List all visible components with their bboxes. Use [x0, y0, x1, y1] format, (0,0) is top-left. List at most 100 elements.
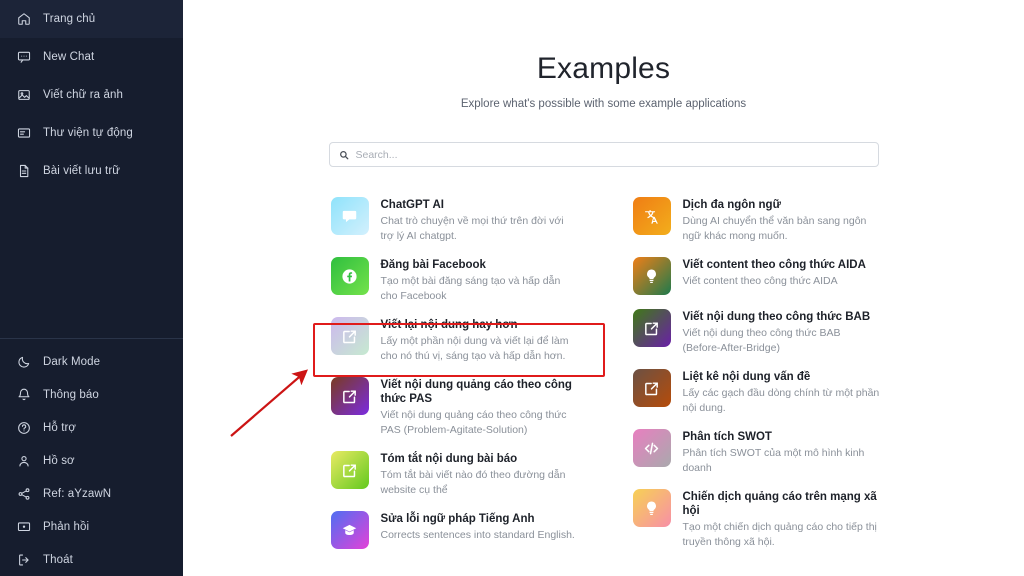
sidebar-item-trang-chu[interactable]: Trang chủ	[0, 0, 183, 38]
sidebar-item-thu-vien-tu-dong[interactable]: Thư viện tự động	[0, 114, 183, 152]
search-input[interactable]	[355, 148, 852, 161]
sidebar-item-label: Thoát	[43, 553, 73, 566]
card-text: Viết lại nội dung hay hơn Lấy một phần n…	[381, 317, 579, 363]
sidebar-item-phan-hoi[interactable]: Phản hồi	[0, 510, 183, 543]
home-icon	[16, 12, 31, 27]
chat-icon	[16, 50, 31, 65]
example-card-bab[interactable]: Viết nội dung theo công thức BAB Viết nộ…	[625, 302, 885, 362]
card-title: Sửa lỗi ngữ pháp Tiếng Anh	[380, 513, 535, 525]
sidebar-item-bai-viet-luu-tru[interactable]: Bài viết lưu trữ	[0, 152, 183, 190]
page-title: Examples	[536, 52, 671, 85]
examples-grid: ChatGPT AI Chat trò chuyện về mọi thứ tr…	[323, 190, 885, 556]
chat-bubble-icon	[330, 197, 369, 235]
image-icon	[16, 88, 31, 103]
card-title: ChatGPT AI	[380, 199, 444, 211]
search-box[interactable]	[328, 142, 879, 167]
sidebar-item-new-chat[interactable]: New Chat	[0, 38, 183, 76]
card-title: Chiến dịch quảng cáo trên mạng xã hội	[682, 491, 877, 517]
app-root: Trang chủ New Chat Viết chữ ra ảnh Thư v…	[0, 0, 1024, 576]
card-text: Sửa lỗi ngữ pháp Tiếng Anh Corrects sent…	[381, 511, 575, 543]
sidebar-item-thoat[interactable]: Thoát	[0, 543, 183, 576]
example-card-chien-dich-quang-cao[interactable]: Chiến dịch quảng cáo trên mạng xã hội Tạ…	[625, 482, 885, 556]
search-container	[328, 142, 879, 167]
sidebar-primary-nav: Trang chủ New Chat Viết chữ ra ảnh Thư v…	[0, 0, 183, 190]
user-icon	[16, 453, 31, 468]
lightbulb-icon	[632, 257, 671, 295]
graduation-cap-icon	[330, 511, 369, 549]
example-card-tom-tat-bai-bao[interactable]: Tóm tắt nội dung bài báo Tóm tắt bài viế…	[323, 444, 583, 504]
card-desc: Phân tích SWOT của một mô hình kinh doan…	[682, 447, 865, 474]
card-text: Tóm tắt nội dung bài báo Tóm tắt bài viế…	[381, 451, 579, 497]
card-desc: Dùng AI chuyển thể văn bản sang ngôn ngữ…	[682, 215, 867, 242]
sidebar-item-label: Hỗ trợ	[43, 421, 77, 434]
facebook-icon	[330, 257, 369, 295]
code-icon	[632, 429, 671, 467]
main-content: Examples Explore what's possible with so…	[183, 0, 1024, 576]
example-card-dich-da-ngon-ngu[interactable]: Dịch đa ngôn ngữ Dùng AI chuyển thể văn …	[625, 190, 885, 250]
card-text: Chiến dịch quảng cáo trên mạng xã hội Tạ…	[683, 489, 881, 549]
example-card-chatgpt-ai[interactable]: ChatGPT AI Chat trò chuyện về mọi thứ tr…	[323, 190, 583, 250]
card-title: Phân tích SWOT	[682, 431, 772, 443]
sidebar-item-label: Dark Mode	[43, 355, 101, 368]
card-desc: Chat trò chuyện về mọi thứ trên đời với …	[380, 215, 564, 242]
sidebar-item-thong-bao[interactable]: Thông báo	[0, 378, 183, 411]
sidebar-item-label: Thư viện tự động	[43, 127, 133, 139]
card-text: Dịch đa ngôn ngữ Dùng AI chuyển thể văn …	[683, 197, 881, 243]
bell-icon	[16, 387, 31, 402]
lightbulb-icon	[632, 489, 671, 527]
card-desc: Tóm tắt bài viết nào đó theo đường dẫn w…	[380, 469, 566, 496]
edit-square-icon	[632, 309, 671, 347]
sidebar-item-ref[interactable]: Ref: aYzawN	[0, 477, 183, 510]
sidebar-item-dark-mode[interactable]: Dark Mode	[0, 345, 183, 378]
feedback-icon	[16, 519, 31, 534]
card-desc: Tạo một bài đăng sáng tạo và hấp dẫn cho…	[380, 275, 561, 302]
edit-square-icon	[330, 451, 369, 489]
card-desc: Viết nội dung theo công thức BAB (Before…	[682, 327, 841, 354]
card-desc: Lấy các gạch đầu dòng chính từ một phần …	[682, 387, 880, 414]
card-title: Viết nội dung quảng cáo theo công thức P…	[380, 379, 572, 405]
example-card-sua-loi-ngu-phap[interactable]: Sửa lỗi ngữ pháp Tiếng Anh Corrects sent…	[323, 504, 583, 556]
sidebar-item-label: Viết chữ ra ảnh	[43, 89, 123, 101]
card-title: Đăng bài Facebook	[380, 259, 486, 271]
example-card-aida[interactable]: Viết content theo công thức AIDA Viết co…	[625, 250, 885, 302]
example-card-viet-lai-noi-dung-hay-hon[interactable]: Viết lại nội dung hay hơn Lấy một phần n…	[323, 310, 583, 370]
card-title: Viết lại nội dung hay hơn	[380, 319, 518, 331]
sidebar: Trang chủ New Chat Viết chữ ra ảnh Thư v…	[0, 0, 183, 576]
edit-square-icon	[330, 317, 369, 355]
example-card-dang-bai-facebook[interactable]: Đăng bài Facebook Tạo một bài đăng sáng …	[323, 250, 583, 310]
card-title: Viết content theo công thức AIDA	[682, 259, 866, 271]
examples-column-right: Dịch đa ngôn ngữ Dùng AI chuyển thể văn …	[625, 190, 885, 556]
sidebar-item-label: Hồ sơ	[43, 454, 75, 467]
card-text: Phân tích SWOT Phân tích SWOT của một mô…	[683, 429, 881, 475]
library-icon	[16, 126, 31, 141]
question-circle-icon	[16, 420, 31, 435]
translate-icon	[632, 197, 671, 235]
examples-column-left: ChatGPT AI Chat trò chuyện về mọi thứ tr…	[323, 190, 583, 556]
example-card-pas[interactable]: Viết nội dung quảng cáo theo công thức P…	[323, 370, 583, 444]
card-text: Đăng bài Facebook Tạo một bài đăng sáng …	[381, 257, 579, 303]
card-text: Viết nội dung quảng cáo theo công thức P…	[381, 377, 579, 437]
sidebar-item-label: New Chat	[43, 51, 95, 63]
card-title: Liệt kê nội dung vấn đề	[682, 371, 811, 383]
sidebar-item-ho-so[interactable]: Hồ sơ	[0, 444, 183, 477]
card-title: Tóm tắt nội dung bài báo	[380, 453, 518, 465]
card-desc: Viết content theo công thức AIDA	[682, 275, 838, 287]
card-title: Viết nội dung theo công thức BAB	[682, 311, 871, 323]
sidebar-divider	[0, 338, 183, 339]
sidebar-item-ho-tro[interactable]: Hỗ trợ	[0, 411, 183, 444]
sidebar-item-label: Ref: aYzawN	[43, 487, 112, 500]
sidebar-item-viet-chu-ra-anh[interactable]: Viết chữ ra ảnh	[0, 76, 183, 114]
sidebar-item-label: Thông báo	[43, 388, 99, 401]
card-title: Dịch đa ngôn ngữ	[682, 199, 781, 211]
search-icon	[339, 150, 349, 160]
edit-square-icon	[330, 377, 369, 415]
page-subtitle: Explore what's possible with some exampl…	[460, 98, 747, 110]
example-card-phan-tich-swot[interactable]: Phân tích SWOT Phân tích SWOT của một mô…	[625, 422, 885, 482]
moon-icon	[16, 354, 31, 369]
logout-icon	[16, 552, 31, 567]
example-card-liet-ke-noi-dung[interactable]: Liệt kê nội dung vấn đề Lấy các gạch đầu…	[625, 362, 885, 422]
card-desc: Viết nội dung quảng cáo theo công thức P…	[380, 409, 567, 436]
sidebar-item-label: Trang chủ	[43, 13, 96, 25]
sidebar-secondary-nav: Dark Mode Thông báo Hỗ trợ Hồ sơ Ref: aY…	[0, 345, 183, 576]
sidebar-item-label: Bài viết lưu trữ	[43, 165, 121, 177]
